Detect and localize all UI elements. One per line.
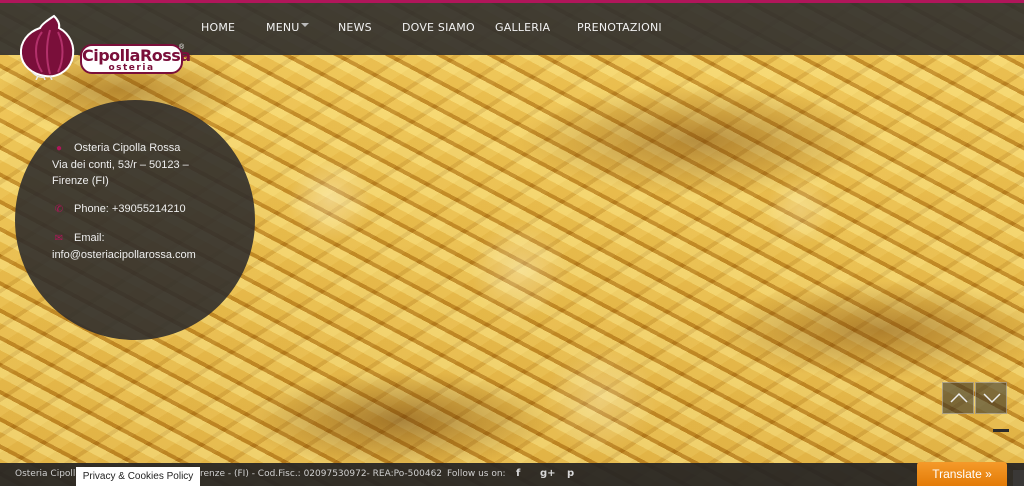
follow-us-label: Follow us on: — [447, 469, 506, 479]
nav-item-prenotazioni[interactable]: PRENOTAZIONI — [577, 21, 662, 34]
footer-corner — [1013, 470, 1024, 486]
contact-info-circle: ● Osteria Cipolla Rossa Via dei conti, 53… — [15, 100, 255, 340]
translate-button[interactable]: Translate » — [917, 462, 1007, 486]
footer-company-name: Osteria Cipolla — [15, 469, 81, 479]
site-logo[interactable]: CipollaRossa osteria ® — [18, 14, 191, 80]
logo-wordmark: CipollaRossa osteria — [80, 44, 191, 74]
footer-legal-info: renze - (FI) - Cod.Fisc.: 02097530972- R… — [200, 469, 443, 479]
facebook-icon[interactable]: f — [516, 468, 520, 479]
contact-address: ● Osteria Cipolla Rossa Via dei conti, 53… — [52, 140, 189, 189]
nav-item-menu[interactable]: MENU — [266, 21, 300, 34]
slider-next-button[interactable] — [975, 382, 1007, 414]
registered-mark: ® — [179, 44, 185, 51]
slider-prev-button[interactable] — [942, 382, 974, 414]
contact-phone-text: Phone: +39055214210 — [74, 203, 186, 215]
top-accent-line — [0, 0, 1024, 3]
nav-item-news[interactable]: NEWS — [338, 21, 372, 34]
google-plus-icon[interactable]: g+ — [540, 468, 556, 479]
chevron-down-icon — [983, 393, 1001, 404]
contact-address-line1: Via dei conti, 53/r – 50123 – — [52, 159, 189, 171]
chevron-down-icon — [301, 23, 309, 27]
contact-name: Osteria Cipolla Rossa — [74, 142, 181, 154]
contact-address-line2: Firenze (FI) — [52, 175, 109, 187]
envelope-icon: ✉ — [54, 233, 64, 244]
logo-subtitle: osteria — [108, 63, 155, 73]
contact-email-address: info@osteriacipollarossa.com — [52, 249, 196, 261]
phone-icon: ✆ — [54, 204, 64, 215]
contact-email[interactable]: ✉ Email: info@osteriacipollarossa.com — [52, 230, 196, 263]
privacy-cookies-button[interactable]: Privacy & Cookies Policy — [76, 467, 200, 486]
chevron-up-icon — [950, 392, 968, 403]
nav-item-dove-siamo[interactable]: DOVE SIAMO — [402, 21, 475, 34]
onion-logo-icon — [19, 14, 75, 80]
nav-item-home[interactable]: HOME — [201, 21, 235, 34]
pinterest-icon[interactable]: p — [567, 468, 574, 479]
contact-email-label: Email: — [74, 232, 105, 244]
contact-phone[interactable]: ✆ Phone: +39055214210 — [52, 201, 186, 218]
slider-indicator[interactable] — [993, 429, 1009, 432]
nav-item-galleria[interactable]: GALLERIA — [495, 21, 550, 34]
map-marker-icon: ● — [55, 143, 63, 154]
